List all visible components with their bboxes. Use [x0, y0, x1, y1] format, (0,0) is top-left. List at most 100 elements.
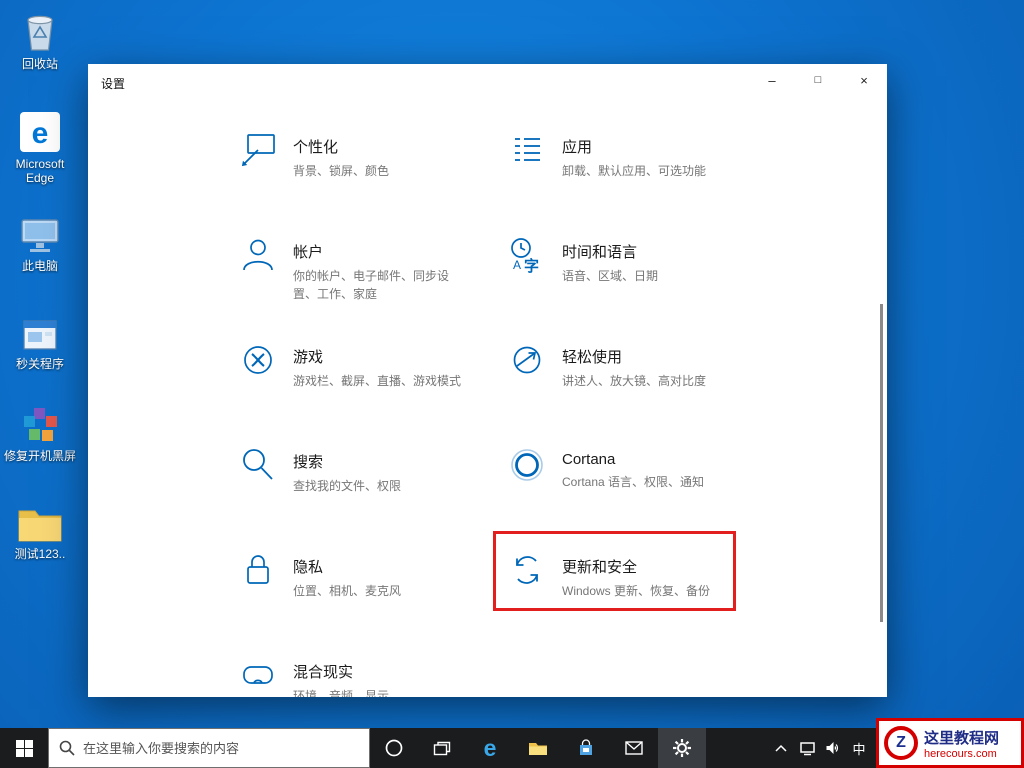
category-subtitle: 语音、区域、日期: [562, 269, 659, 283]
taskbar: e: [0, 728, 1024, 768]
taskbar-search-box[interactable]: [48, 728, 370, 768]
category-subtitle: Windows 更新、恢复、备份: [562, 584, 711, 598]
svg-text:A: A: [513, 258, 521, 272]
settings-category-gaming[interactable]: 游戏 游戏栏、截屏、直播、游戏模式: [238, 340, 507, 445]
mail-icon: [625, 741, 643, 755]
watermark-text: 这里教程网 herecours.com: [924, 727, 999, 760]
app-window-icon: [0, 308, 80, 354]
settings-window: 设置 – □ × 个性化 背景、锁屏、颜色 应用 卸载、默认应用、可选功能 帐户…: [88, 64, 887, 697]
file-explorer-button[interactable]: [514, 728, 562, 768]
settings-category-search[interactable]: 搜索 查找我的文件、权限: [238, 445, 507, 550]
update-security-icon: [516, 556, 538, 584]
this-pc-icon: [0, 210, 80, 256]
category-subtitle: Cortana 语言、权限、通知: [562, 475, 705, 489]
category-title: 应用: [562, 139, 593, 156]
start-button[interactable]: [0, 728, 48, 768]
store-icon: [580, 739, 592, 755]
desktop-icon-recycle-bin[interactable]: 回收站: [0, 8, 80, 71]
accounts-icon: [243, 239, 273, 271]
system-tray: 中: [768, 728, 872, 768]
svg-text:字: 字: [524, 257, 539, 275]
desktop-icon-label: 修复开机黑屏: [3, 449, 76, 463]
recycle-bin-icon: [0, 8, 80, 54]
settings-category-privacy[interactable]: 隐私 位置、相机、麦克风: [238, 550, 507, 655]
mail-button[interactable]: [610, 728, 658, 768]
gear-icon: [673, 739, 691, 757]
desktop-icon-edge[interactable]: e Microsoft Edge: [0, 108, 80, 186]
gaming-icon: [244, 346, 272, 374]
category-subtitle: 讲述人、放大镜、高对比度: [562, 374, 707, 388]
search-icon: [59, 740, 75, 756]
privacy-icon: [247, 555, 269, 584]
mixed-reality-icon: [243, 666, 273, 684]
category-title: 轻松使用: [562, 349, 623, 366]
desktop-icon-miaoguan[interactable]: 秒关程序: [0, 308, 80, 371]
category-subtitle: 卸载、默认应用、可选功能: [562, 164, 707, 178]
edge-icon: e: [483, 734, 497, 761]
category-title: 个性化: [293, 139, 339, 156]
tray-chevron-button[interactable]: [768, 728, 794, 768]
window-title: 设置: [101, 77, 126, 91]
apps-icon: [515, 138, 540, 161]
task-view-button[interactable]: [418, 728, 466, 768]
desktop-icon-fix-black-screen[interactable]: 修复开机黑屏: [0, 400, 80, 463]
desktop-icon-label: Microsoft Edge: [15, 157, 65, 186]
category-title: 隐私: [293, 559, 324, 576]
desktop-icon-label: 测试123..: [14, 547, 66, 561]
ime-indicator[interactable]: 中: [846, 728, 872, 768]
close-button[interactable]: ×: [841, 64, 887, 96]
settings-category-personalization[interactable]: 个性化 背景、锁屏、颜色: [238, 130, 507, 235]
window-scrollbar[interactable]: [880, 304, 883, 622]
settings-category-apps[interactable]: 应用 卸载、默认应用、可选功能: [507, 130, 776, 235]
settings-category-accounts[interactable]: 帐户 你的帐户、电子邮件、同步设置、工作、家庭: [238, 235, 507, 340]
category-subtitle: 游戏栏、截屏、直播、游戏模式: [293, 374, 462, 388]
category-title: 游戏: [293, 349, 324, 366]
settings-button[interactable]: [658, 728, 706, 768]
settings-category-update-security[interactable]: 更新和安全 Windows 更新、恢复、备份: [507, 550, 776, 655]
settings-category-ease-of-access[interactable]: 轻松使用 讲述人、放大镜、高对比度: [507, 340, 776, 445]
edge-icon: e: [0, 108, 80, 154]
desktop-icon-label: 此电脑: [21, 259, 58, 273]
volume-button[interactable]: [820, 728, 846, 768]
taskbar-search-input[interactable]: [83, 740, 359, 756]
settings-category-mixed-reality[interactable]: 混合现实 环境、音频、显示: [238, 655, 507, 697]
category-title: 更新和安全: [562, 559, 638, 576]
svg-text:e: e: [32, 117, 49, 150]
cortana-button[interactable]: [370, 728, 418, 768]
category-subtitle: 你的帐户、电子邮件、同步设置、工作、家庭: [293, 269, 450, 301]
title-bar: 设置 – □ ×: [88, 64, 887, 98]
store-button[interactable]: [562, 728, 610, 768]
colored-cubes-icon: [0, 400, 80, 446]
desktop-icon-label: 回收站: [21, 57, 58, 71]
desktop-icon-test-folder[interactable]: 测试123..: [0, 498, 80, 561]
category-title: 帐户: [293, 244, 324, 261]
settings-category-grid: 个性化 背景、锁屏、颜色 应用 卸载、默认应用、可选功能 帐户 你的帐户、电子邮…: [238, 130, 776, 697]
category-title: Cortana: [562, 451, 616, 468]
category-subtitle: 位置、相机、麦克风: [293, 584, 402, 598]
cortana-icon: [385, 739, 403, 757]
category-title: 搜索: [293, 454, 324, 471]
chevron-up-icon: [775, 744, 787, 752]
desktop-icon-this-pc[interactable]: 此电脑: [0, 210, 80, 273]
category-subtitle: 查找我的文件、权限: [293, 479, 402, 493]
maximize-button[interactable]: □: [795, 64, 841, 96]
category-title: 混合现实: [293, 664, 354, 681]
desktop-icon-label: 秒关程序: [15, 357, 64, 371]
edge-button[interactable]: e: [466, 728, 514, 768]
desktop: 回收站 e Microsoft Edge 此电脑 秒关程序 修复开机黑屏 测试1…: [0, 0, 1024, 768]
settings-category-time-language[interactable]: A 字 时间和语言 语音、区域、日期: [507, 235, 776, 340]
windows-logo-icon: [15, 739, 33, 757]
personalization-icon: [241, 134, 275, 167]
folder-icon: [0, 498, 80, 544]
watermark-logo: Z: [884, 726, 918, 760]
minimize-button[interactable]: –: [749, 64, 795, 96]
ease-of-access-icon: [513, 346, 541, 374]
speaker-icon: [826, 742, 838, 754]
settings-category-cortana[interactable]: Cortana Cortana 语言、权限、通知: [507, 445, 776, 550]
time-language-icon: A 字: [511, 238, 539, 275]
caption-buttons: – □ ×: [749, 64, 887, 96]
task-view-icon: [433, 741, 451, 755]
network-button[interactable]: [794, 728, 820, 768]
cortana-icon: [511, 449, 543, 481]
search-icon: [243, 449, 273, 480]
